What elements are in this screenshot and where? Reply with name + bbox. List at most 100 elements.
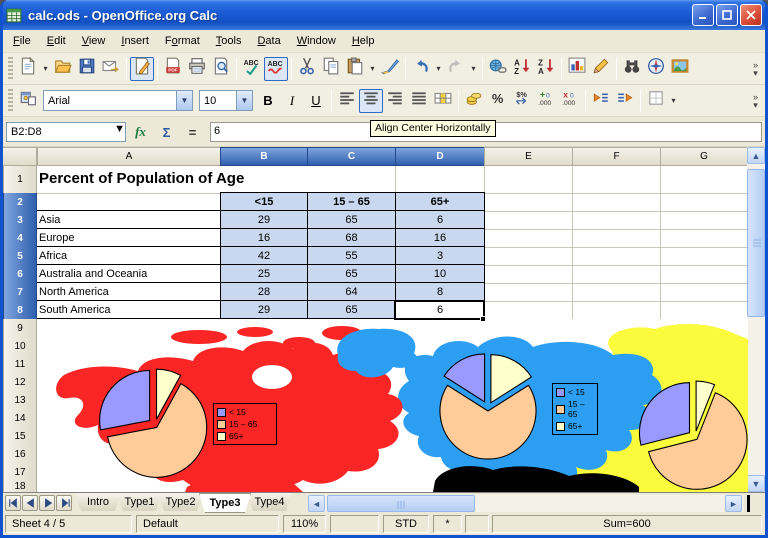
- menu-format[interactable]: Format: [157, 32, 208, 50]
- scroll-up-button[interactable]: ▲: [747, 147, 765, 164]
- chevron-down-icon[interactable]: ▼: [114, 123, 125, 141]
- value-cell[interactable]: 68: [308, 229, 396, 247]
- row-header-9[interactable]: 9: [3, 319, 37, 338]
- sheet-tab-type3[interactable]: Type3: [199, 493, 251, 513]
- cut-button[interactable]: [295, 57, 319, 81]
- title-bar[interactable]: calc.ods - OpenOffice.org Calc: [0, 0, 768, 30]
- column-header-e[interactable]: E: [484, 147, 573, 166]
- table-header-cell[interactable]: <15: [221, 193, 308, 211]
- align-center-button[interactable]: [359, 89, 383, 113]
- row-header-1[interactable]: 1: [3, 166, 37, 194]
- status-selection-mode[interactable]: STD: [383, 515, 429, 533]
- toolbar-overflow-button[interactable]: »▾: [749, 61, 763, 77]
- email-button[interactable]: [99, 57, 123, 81]
- standard-format-button[interactable]: $%: [510, 89, 534, 113]
- value-cell[interactable]: 10: [396, 265, 485, 283]
- currency-format-button[interactable]: [462, 89, 486, 113]
- paste-button[interactable]: [343, 57, 367, 81]
- value-cell[interactable]: 55: [308, 247, 396, 265]
- column-header-b[interactable]: B: [220, 147, 308, 166]
- sort-ascending-button[interactable]: AZ: [510, 57, 534, 81]
- sum-button[interactable]: Σ: [155, 121, 178, 143]
- column-header-d[interactable]: D: [395, 147, 485, 166]
- value-cell[interactable]: 29: [221, 211, 308, 229]
- value-cell[interactable]: 65: [308, 211, 396, 229]
- page-preview-button[interactable]: [209, 57, 233, 81]
- row-header-8[interactable]: 8: [3, 301, 37, 320]
- status-page-style[interactable]: Default: [136, 515, 279, 533]
- print-button[interactable]: [185, 57, 209, 81]
- borders-dropdown-arrow[interactable]: ▾: [668, 89, 679, 113]
- italic-button[interactable]: I: [280, 89, 304, 113]
- borders-button[interactable]: [644, 89, 668, 113]
- vertical-scroll-thumb[interactable]: [747, 169, 765, 317]
- value-cell[interactable]: 25: [221, 265, 308, 283]
- row-label-cell[interactable]: North America: [37, 283, 221, 301]
- toolbar-drag-handle[interactable]: [8, 57, 13, 81]
- close-button[interactable]: [740, 4, 762, 26]
- value-cell[interactable]: 6: [396, 211, 485, 229]
- column-header-c[interactable]: C: [307, 147, 396, 166]
- hyperlink-button[interactable]: [486, 57, 510, 81]
- export-pdf-button[interactable]: PDF: [161, 57, 185, 81]
- undo-dropdown-arrow[interactable]: ▾: [433, 57, 444, 81]
- row-header-18[interactable]: 18: [3, 481, 37, 492]
- font-size-combo[interactable]: 10 ▼: [199, 90, 253, 111]
- row-header-13[interactable]: 13: [3, 391, 37, 410]
- underline-button[interactable]: U: [304, 89, 328, 113]
- status-sum[interactable]: Sum=600: [492, 515, 762, 533]
- value-cell[interactable]: 16: [396, 229, 485, 247]
- table-header-cell[interactable]: 65+: [396, 193, 485, 211]
- sheet-tab-type4[interactable]: Type4: [247, 493, 292, 511]
- row-label-cell[interactable]: Africa: [37, 247, 221, 265]
- insert-chart-button[interactable]: [565, 57, 589, 81]
- menu-tools[interactable]: Tools: [208, 32, 250, 50]
- styles-formatting-button[interactable]: [16, 89, 40, 113]
- pane-splitter-handle[interactable]: [747, 495, 750, 512]
- horizontal-scroll-thumb[interactable]: [327, 495, 475, 512]
- tab-nav-first-button[interactable]: [5, 495, 21, 511]
- gallery-button[interactable]: [668, 57, 692, 81]
- new-document-dropdown-arrow[interactable]: ▾: [40, 57, 51, 81]
- sheet-tab-type1[interactable]: Type1: [117, 493, 162, 511]
- sheet-tab-intro[interactable]: Intro: [75, 493, 121, 511]
- value-cell[interactable]: 65: [308, 265, 396, 283]
- value-cell[interactable]: 65: [308, 301, 396, 319]
- align-justified-button[interactable]: [407, 89, 431, 113]
- add-decimal-button[interactable]: +0.000: [534, 89, 558, 113]
- column-header-a[interactable]: A: [37, 147, 221, 166]
- menu-data[interactable]: Data: [249, 32, 288, 50]
- redo-dropdown-arrow[interactable]: ▾: [468, 57, 479, 81]
- draw-functions-button[interactable]: [589, 57, 613, 81]
- cell-a1-title[interactable]: Percent of Population of Age: [39, 170, 244, 187]
- font-name-combo[interactable]: Arial ▼: [43, 90, 193, 111]
- scroll-left-button[interactable]: ◄: [308, 495, 325, 512]
- cell-grid[interactable]: Percent of Population of Age <1515 – 656…: [37, 166, 748, 492]
- value-cell[interactable]: 42: [221, 247, 308, 265]
- maximize-button[interactable]: [716, 4, 738, 26]
- cell-a2[interactable]: [37, 193, 221, 211]
- sheet-tab-type2[interactable]: Type2: [158, 493, 203, 511]
- row-header-5[interactable]: 5: [3, 247, 37, 266]
- menu-view[interactable]: View: [74, 32, 114, 50]
- new-document-button[interactable]: [16, 57, 40, 81]
- align-right-button[interactable]: [383, 89, 407, 113]
- name-box[interactable]: B2:D8 ▼: [6, 122, 126, 142]
- row-header-6[interactable]: 6: [3, 265, 37, 284]
- row-header-7[interactable]: 7: [3, 283, 37, 302]
- row-label-cell[interactable]: Australia and Oceania: [37, 265, 221, 283]
- value-cell[interactable]: 29: [221, 301, 308, 319]
- row-header-4[interactable]: 4: [3, 229, 37, 248]
- navigator-button[interactable]: [644, 57, 668, 81]
- delete-decimal-button[interactable]: x0.000: [558, 89, 582, 113]
- chevron-down-icon[interactable]: ▼: [176, 91, 192, 110]
- fill-handle[interactable]: [480, 316, 486, 322]
- decrease-indent-button[interactable]: [589, 89, 613, 113]
- row-label-cell[interactable]: Asia: [37, 211, 221, 229]
- function-wizard-button[interactable]: fx: [129, 121, 152, 143]
- status-insert-mode[interactable]: [330, 515, 379, 533]
- find-replace-button[interactable]: [620, 57, 644, 81]
- row-header-10[interactable]: 10: [3, 337, 37, 356]
- minimize-button[interactable]: [692, 4, 714, 26]
- column-header-f[interactable]: F: [572, 147, 661, 166]
